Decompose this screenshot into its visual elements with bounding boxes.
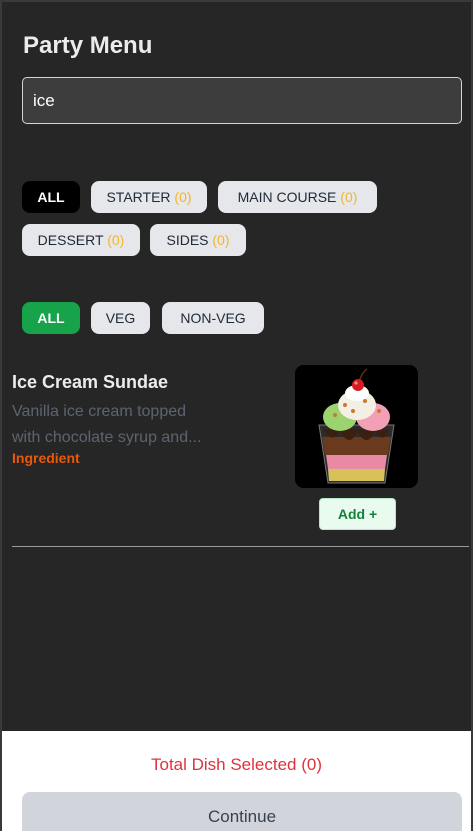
diet-filter-veg[interactable]: VEG: [91, 302, 150, 334]
filter-label: ALL: [37, 310, 65, 326]
add-dish-button[interactable]: Add +: [319, 498, 396, 530]
dish-description-line: with chocolate syrup and...: [12, 429, 202, 446]
continue-button[interactable]: Continue: [22, 792, 462, 831]
divider: [12, 546, 469, 547]
filter-count: (0): [174, 189, 192, 205]
filter-label: STARTER: [106, 189, 171, 205]
dish-description: Vanilla ice cream topped with chocolate …: [12, 399, 242, 451]
filter-label: ALL: [37, 189, 65, 205]
dish-name: Ice Cream Sundae: [12, 372, 169, 392]
filter-label: MAIN COURSE: [237, 189, 337, 205]
filter-main-course[interactable]: MAIN COURSE (0): [218, 181, 377, 213]
sundae-image-icon: [295, 365, 418, 488]
dish-description-line: Vanilla ice cream topped: [12, 403, 187, 420]
party-menu-screen: Party Menu ice ALL STARTER (0) MAIN COUR…: [2, 2, 471, 831]
page-title: Party Menu: [23, 32, 153, 59]
dish-image: [295, 365, 418, 488]
filter-starter[interactable]: STARTER (0): [91, 181, 207, 213]
filter-label: DESSERT: [37, 232, 104, 248]
search-input[interactable]: ice: [22, 77, 462, 124]
filter-label: NON-VEG: [180, 310, 246, 326]
filter-label: VEG: [105, 310, 136, 326]
filter-dessert[interactable]: DESSERT (0): [22, 224, 140, 256]
total-selected-label: Total Dish Selected (0): [150, 755, 323, 774]
filter-sides[interactable]: SIDES (0): [150, 224, 246, 256]
filter-count: (0): [212, 232, 230, 248]
filter-count: (0): [107, 232, 125, 248]
footer-panel: Total Dish Selected (0) Continue: [2, 731, 471, 831]
dish-ingredient-link[interactable]: Ingredient: [12, 450, 80, 466]
filter-all-courses[interactable]: ALL: [22, 181, 80, 213]
diet-filter-non-veg[interactable]: NON-VEG: [162, 302, 264, 334]
filter-label: SIDES: [166, 232, 209, 248]
filter-count: (0): [340, 189, 358, 205]
diet-filter-all[interactable]: ALL: [22, 302, 80, 334]
